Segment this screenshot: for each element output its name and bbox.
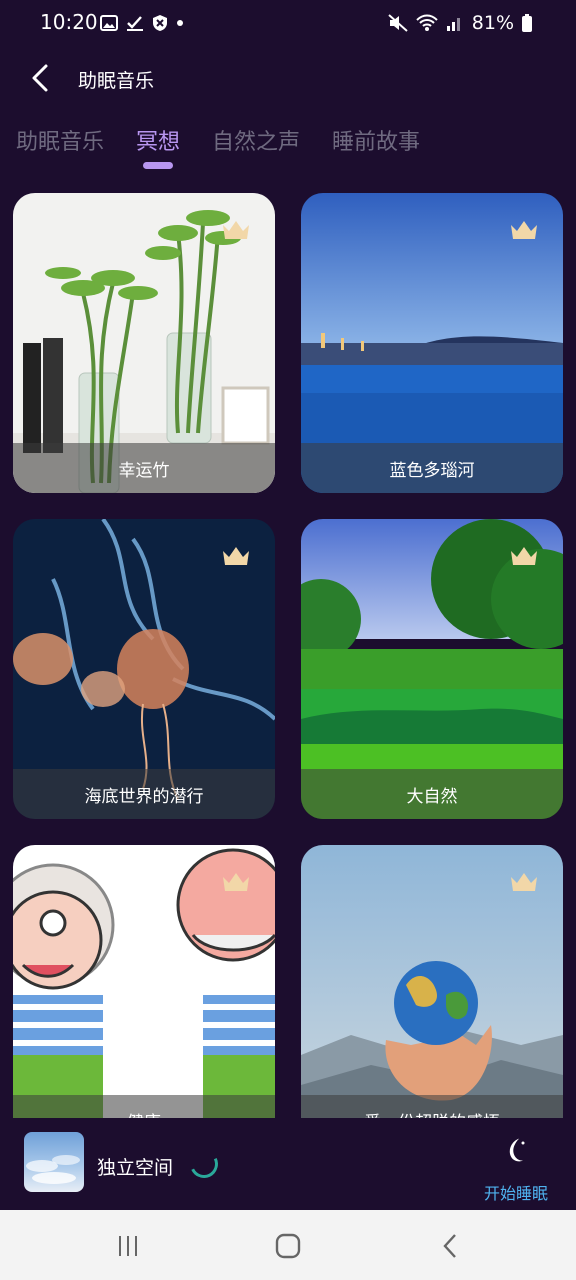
tab-active-indicator: [143, 162, 174, 169]
system-back-button[interactable]: [430, 1230, 470, 1262]
battery-percent: 81%: [471, 12, 514, 34]
tab-label: 助眠音乐: [16, 130, 105, 155]
dot-icon: [177, 20, 183, 26]
player-track-title: 独立空间: [97, 1157, 174, 1179]
content-grid: 幸运竹 蓝色多瑙河 海底世界的潜行 大自然: [13, 193, 563, 1118]
gallery-icon: [100, 15, 118, 31]
wifi-icon: [416, 14, 438, 31]
back-button[interactable]: [24, 58, 60, 98]
recent-apps-button[interactable]: [108, 1230, 148, 1262]
mini-player[interactable]: 独立空间 开始睡眠: [0, 1118, 576, 1210]
card-lucky-bamboo[interactable]: 幸运竹: [13, 193, 275, 493]
header: 助眠音乐: [0, 52, 576, 104]
status-time: 10:20: [40, 10, 98, 34]
back-arrow-icon: [443, 1234, 456, 1258]
home-icon: [275, 1233, 301, 1259]
card-nature[interactable]: 大自然: [301, 519, 563, 819]
crown-icon: [223, 873, 249, 891]
card-blue-danube[interactable]: 蓝色多瑙河: [301, 193, 563, 493]
home-button[interactable]: [268, 1230, 308, 1262]
category-tabs: 助眠音乐 冥想 自然之声 睡前故事: [16, 124, 420, 169]
tab-label: 睡前故事: [332, 130, 421, 155]
player-thumbnail: [24, 1132, 84, 1192]
crown-icon: [511, 221, 537, 239]
page-title: 助眠音乐: [78, 70, 155, 92]
loading-spinner-icon: [186, 1146, 222, 1182]
card-title: 爱，份超脱的感悟: [301, 1095, 563, 1118]
task-done-icon: [127, 16, 143, 31]
screen: 10:20 81% 助眠音乐 助眠音乐 冥想 自然之声 睡前故事 幸运竹 蓝色多…: [0, 0, 576, 1280]
card-title: 海底世界的潜行: [13, 769, 275, 819]
tab-bedtime-stories[interactable]: 睡前故事: [332, 124, 420, 168]
system-nav-bar: [0, 1210, 576, 1280]
battery-icon: [522, 14, 532, 32]
moon-icon[interactable]: [503, 1136, 531, 1164]
card-love-insight[interactable]: 爱，份超脱的感悟: [301, 845, 563, 1118]
start-sleep-button[interactable]: 开始睡眠: [484, 1180, 548, 1204]
mute-icon: [388, 14, 408, 32]
card-title: 蓝色多瑙河: [301, 443, 563, 493]
tab-label: 冥想: [136, 130, 181, 155]
crown-icon: [511, 547, 537, 565]
tab-label: 自然之声: [212, 130, 301, 155]
card-title: 大自然: [301, 769, 563, 819]
status-notification-icons: [100, 14, 184, 32]
card-title: 幸运竹: [13, 443, 275, 493]
card-underwater-dive[interactable]: 海底世界的潜行: [13, 519, 275, 819]
tab-sleep-music[interactable]: 助眠音乐: [16, 124, 104, 168]
shield-icon: [153, 15, 167, 31]
tab-nature-sounds[interactable]: 自然之声: [212, 124, 300, 168]
crown-icon: [511, 873, 537, 891]
chevron-left-icon: [32, 64, 48, 92]
card-health[interactable]: 健康: [13, 845, 275, 1118]
crown-icon: [223, 547, 249, 565]
card-title: 健康: [13, 1095, 275, 1118]
status-bar: 10:20 81%: [0, 0, 576, 48]
tab-meditation[interactable]: 冥想: [136, 124, 181, 169]
sky-thumbnail-image: [26, 1155, 80, 1184]
signal-icon: [446, 18, 460, 31]
recent-apps-icon: [119, 1236, 137, 1256]
status-system-icons: 81%: [388, 12, 532, 34]
crown-icon: [223, 221, 249, 239]
